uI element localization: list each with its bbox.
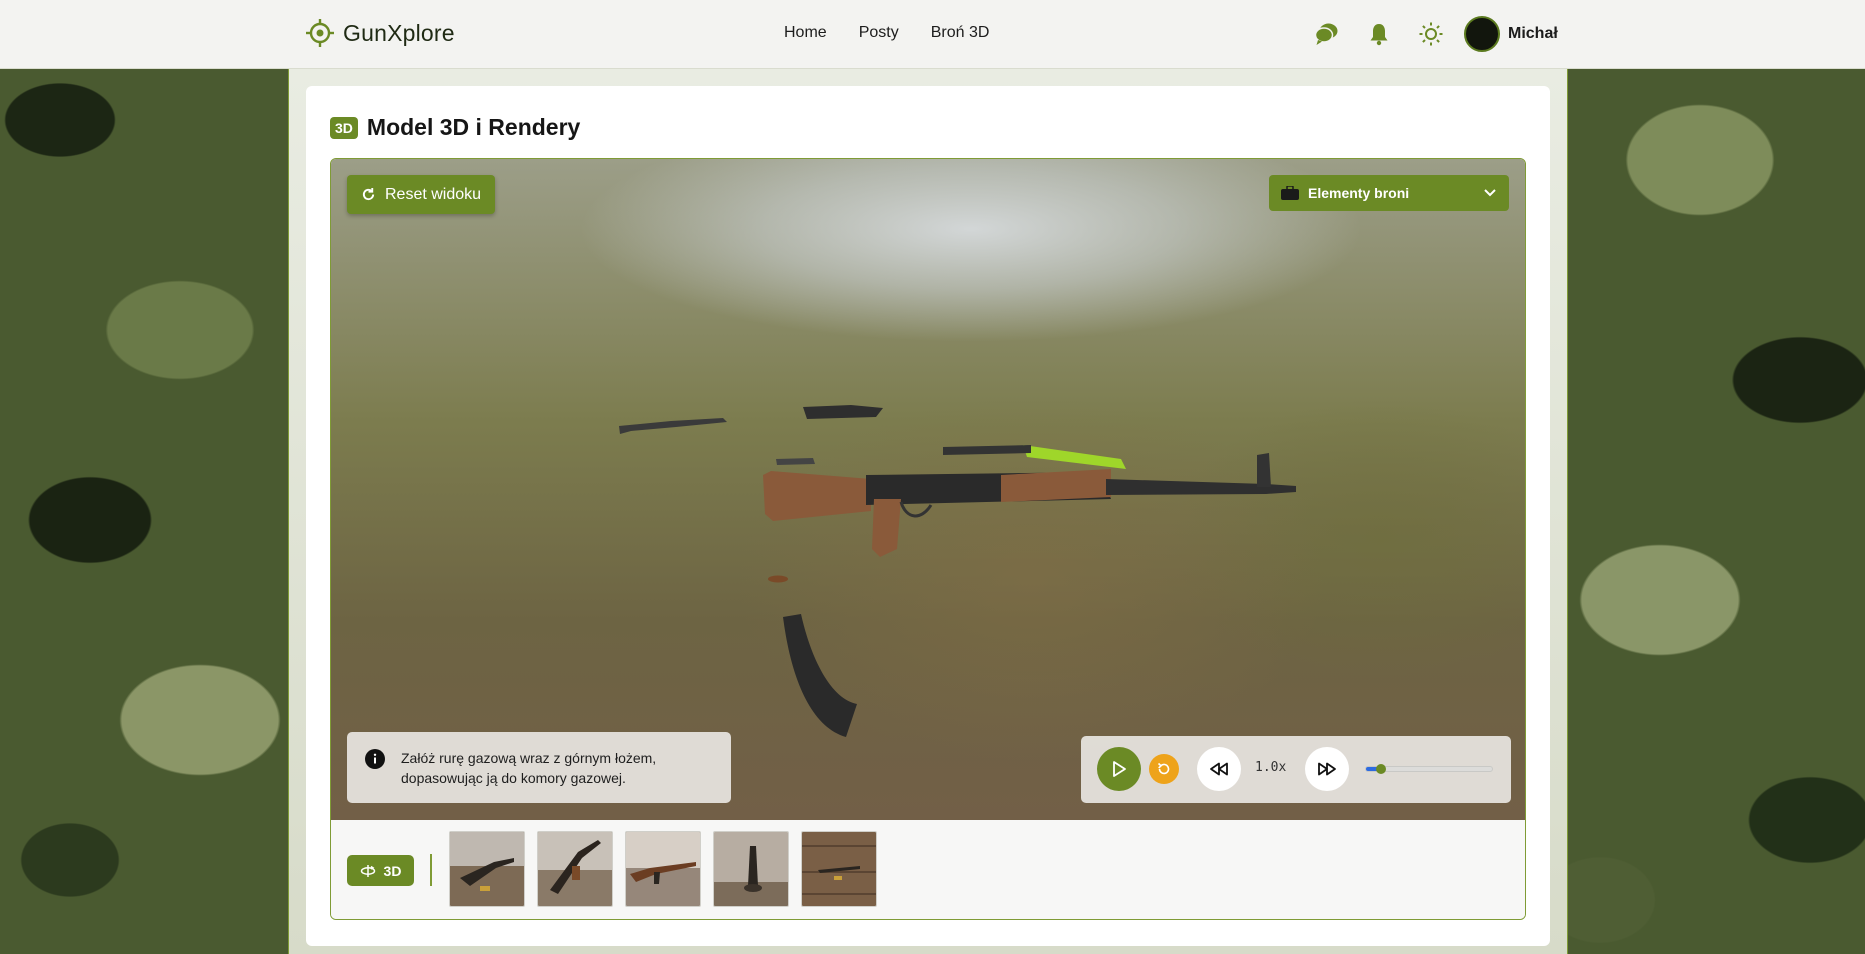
render-thumbnail-1[interactable]	[449, 831, 525, 907]
fast-forward-button[interactable]	[1305, 747, 1349, 791]
cartridge	[768, 575, 788, 583]
render-thumbnail-5[interactable]	[801, 831, 877, 907]
restart-button[interactable]	[1149, 754, 1179, 784]
weapon-parts-label: Elementy broni	[1308, 185, 1410, 201]
play-icon	[1113, 761, 1126, 777]
restart-icon	[1157, 762, 1170, 775]
bell-icon[interactable]	[1366, 21, 1392, 47]
sun-icon[interactable]	[1418, 21, 1444, 47]
avatar	[1464, 16, 1500, 52]
view-3d-button[interactable]: 3D	[347, 855, 414, 886]
dust-cover-part	[803, 405, 883, 419]
divider	[430, 854, 432, 886]
section-3d-badge: 3D	[330, 116, 358, 139]
chat-icon[interactable]	[1314, 21, 1340, 47]
exploded-rifle-model	[619, 405, 1296, 737]
rewind-button[interactable]	[1197, 747, 1241, 791]
nav-weapons-3d[interactable]: Broń 3D	[931, 24, 990, 42]
chevron-down-icon	[1484, 189, 1496, 197]
small-part	[776, 458, 815, 465]
render-thumbnail-4[interactable]	[713, 831, 789, 907]
model-viewer: Reset widoku Elementy broni Załóż rurę g…	[330, 158, 1526, 920]
user-menu[interactable]: Michał	[1464, 16, 1558, 52]
instruction-line-2: dopasowując ją do komory gazowej.	[401, 770, 626, 786]
render-image-4	[714, 832, 788, 906]
grip-part	[872, 499, 901, 557]
reset-view-button[interactable]: Reset widoku	[347, 175, 496, 214]
brand[interactable]: GunXplore	[305, 18, 455, 48]
render-image-3	[626, 832, 700, 906]
highlighted-gas-tube	[1023, 445, 1126, 469]
rewind-icon	[1210, 762, 1228, 776]
instruction-text: Załóż rurę gazową wraz z górnym łożem, d…	[401, 748, 656, 788]
magazine-part	[783, 614, 857, 737]
nav-posts[interactable]: Posty	[859, 24, 899, 42]
stock-part	[763, 471, 871, 521]
rear-sight-part	[943, 445, 1031, 455]
brand-name: GunXplore	[343, 19, 455, 46]
weapon-parts-dropdown[interactable]: Elementy broni	[1269, 175, 1509, 211]
3d-viewport[interactable]: Reset widoku Elementy broni Załóż rurę g…	[331, 159, 1525, 820]
animation-controls: 1.0x	[1081, 736, 1511, 803]
trigger-guard-part	[899, 501, 933, 518]
progress-knob[interactable]	[1376, 764, 1387, 774]
animation-progress-bar[interactable]	[1365, 764, 1493, 774]
view-3d-label: 3D	[383, 862, 402, 879]
crosshair-logo-icon	[306, 19, 334, 47]
header-actions: Michał	[1314, 16, 1558, 52]
info-icon	[365, 749, 385, 769]
rotate-3d-icon	[360, 864, 375, 877]
instruction-box: Załóż rurę gazową wraz z górnym łożem, d…	[347, 732, 731, 803]
render-image-1	[450, 832, 524, 906]
render-image-2	[538, 832, 612, 906]
render-image-5	[802, 832, 876, 906]
refresh-icon	[362, 187, 375, 201]
fast-forward-icon	[1318, 762, 1336, 776]
top-navbar: GunXplore Home Posty Broń 3D Michał	[0, 0, 1865, 69]
render-thumbnail-2[interactable]	[537, 831, 613, 907]
nav-home[interactable]: Home	[784, 24, 827, 42]
gas-tube-part	[619, 418, 727, 434]
front-sight-part	[1257, 453, 1271, 487]
play-button[interactable]	[1097, 747, 1141, 791]
render-thumbnail-3[interactable]	[625, 831, 701, 907]
render-thumbnails: 3D	[331, 820, 1525, 919]
user-name: Michał	[1508, 25, 1558, 42]
playback-speed[interactable]: 1.0x	[1255, 760, 1286, 775]
briefcase-icon	[1281, 186, 1299, 200]
reset-view-label: Reset widoku	[385, 185, 482, 203]
main-nav: Home Posty Broń 3D	[784, 24, 989, 42]
instruction-line-1: Załóż rurę gazową wraz z górnym łożem,	[401, 750, 657, 766]
page-title: Model 3D i Rendery	[366, 114, 581, 140]
section-header: 3D Model 3D i Rendery	[330, 114, 580, 141]
